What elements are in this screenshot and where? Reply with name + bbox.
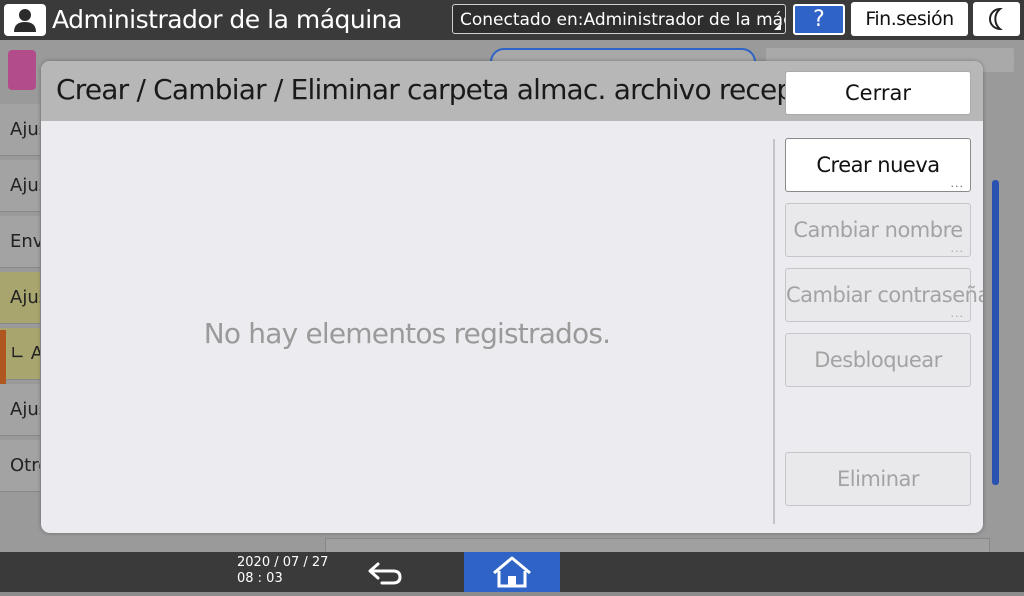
panel-divider <box>773 139 775 524</box>
change-password-button[interactable]: Cambiar contraseña ... <box>785 268 983 322</box>
sidebar-item[interactable]: Ajus <box>0 104 40 156</box>
connection-label: Conectado en:Administrador de la máquina <box>460 10 785 30</box>
more-options-icon: ... <box>950 177 964 190</box>
create-new-label: Crear nueva <box>816 153 940 177</box>
empty-list-message: No hay elementos registrados. <box>203 317 611 350</box>
delete-label: Eliminar <box>836 467 920 491</box>
home-icon <box>493 556 531 588</box>
folder-dialog: Crear / Cambiar / Eliminar carpeta almac… <box>41 61 983 533</box>
sidebar-item-selected[interactable]: ∟ A <box>0 328 40 380</box>
change-password-label: Cambiar contraseña <box>786 283 983 307</box>
date-time: 2020 / 07 / 27 08 : 03 <box>237 555 328 587</box>
background-scrollbar <box>992 180 999 485</box>
top-bar: Administrador de la máquina Conectado en… <box>0 0 1024 40</box>
create-new-button[interactable]: Crear nueva ... <box>785 138 971 192</box>
delete-button[interactable]: Eliminar <box>785 452 971 506</box>
sidebar-item[interactable]: Ajus <box>0 272 40 324</box>
user-icon[interactable] <box>4 4 46 36</box>
moon-icon[interactable] <box>973 2 1020 36</box>
sidebar-item[interactable]: Ajus <box>0 160 40 212</box>
date-text: 2020 / 07 / 27 <box>237 555 329 570</box>
rename-label: Cambiar nombre <box>793 218 963 242</box>
rename-button[interactable]: Cambiar nombre ... <box>785 203 971 257</box>
more-options-icon: ... <box>950 307 964 320</box>
sidebar-item[interactable]: Ajus <box>0 384 40 436</box>
unlock-button[interactable]: Desbloquear <box>785 333 971 387</box>
dropdown-corner-icon <box>774 23 781 30</box>
sidebar-selection-marker <box>0 330 6 386</box>
sidebar-item[interactable]: Otro <box>0 440 40 492</box>
connection-selector[interactable]: Conectado en:Administrador de la máquina <box>452 4 786 34</box>
back-arrow-icon[interactable] <box>360 556 410 588</box>
unlock-label: Desbloquear <box>814 348 942 372</box>
more-options-icon: ... <box>950 242 964 255</box>
dialog-title: Crear / Cambiar / Eliminar carpeta almac… <box>56 73 849 106</box>
time-text: 08 : 03 <box>237 571 283 586</box>
logout-button[interactable]: Fin.sesión <box>851 2 968 36</box>
user-role-title: Administrador de la máquina <box>52 5 402 34</box>
close-button[interactable]: Cerrar <box>785 71 971 115</box>
help-button[interactable]: ? <box>793 4 845 35</box>
home-button[interactable] <box>464 552 560 592</box>
sidebar-item[interactable]: Envi <box>0 216 40 268</box>
fax-icon <box>8 50 36 90</box>
dialog-header: Crear / Cambiar / Eliminar carpeta almac… <box>41 61 983 121</box>
